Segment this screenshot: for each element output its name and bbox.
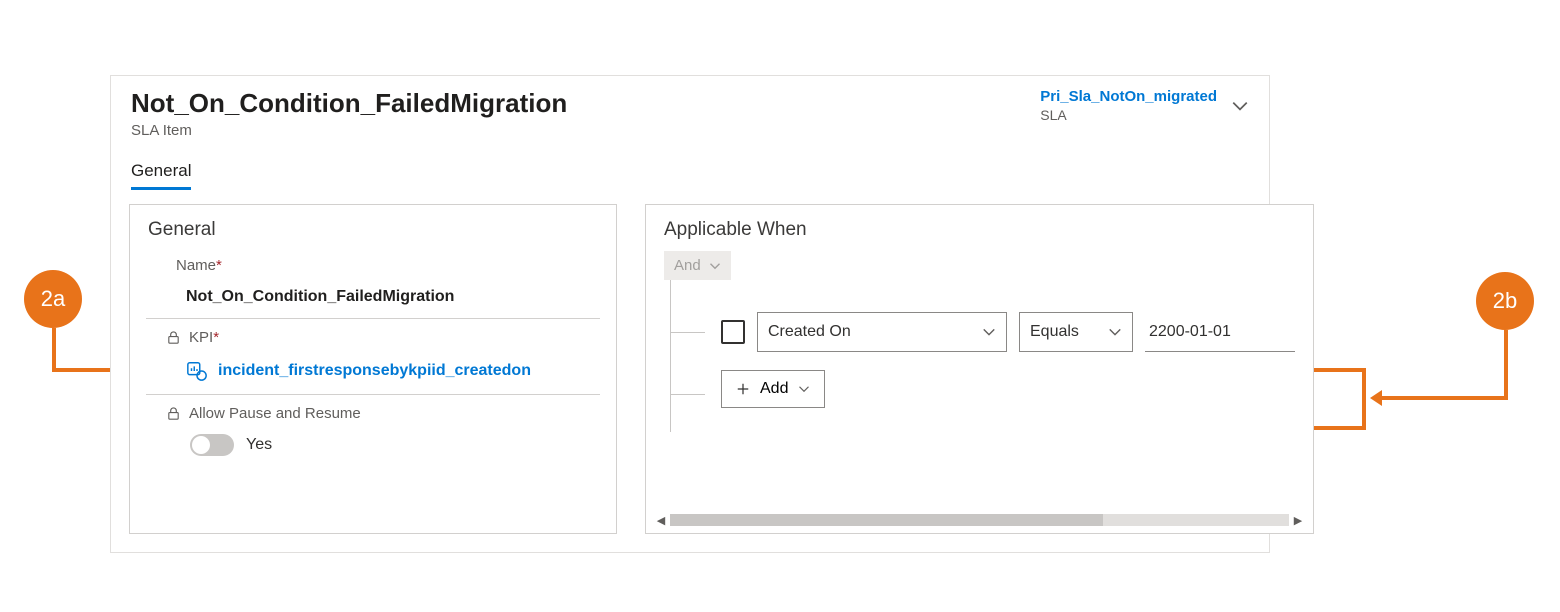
condition-operator-select[interactable]: Equals [1019,312,1133,352]
add-row: Add [671,366,1295,422]
tab-general[interactable]: General [131,161,191,190]
add-condition-button[interactable]: Add [721,370,825,408]
condition-operator-value: Equals [1030,323,1079,341]
related-record-selector[interactable]: Pri_Sla_NotOn_migrated SLA [1040,88,1249,123]
callout-2b-arrow [1370,390,1382,406]
callout-2a-line-v [52,328,56,372]
name-label: Name* [148,251,598,278]
lock-icon [166,406,181,421]
scroll-left-icon[interactable]: ◀ [654,513,668,527]
group-operator-label: And [674,257,701,274]
form-container: Not_On_Condition_FailedMigration SLA Ite… [110,75,1270,553]
chevron-down-icon [709,260,721,272]
group-operator-select[interactable]: And [664,251,731,280]
callout-2b-line-h [1380,396,1508,400]
tab-bar: General [111,139,1269,190]
allow-pause-value: Yes [246,436,272,454]
applicable-when-panel: Applicable When And Created On [645,204,1314,534]
callout-2b: 2b [1476,272,1534,330]
horizontal-scrollbar[interactable]: ◀ ▶ [654,513,1305,527]
condition-tree: Created On Equals [670,280,1295,432]
add-label: Add [760,380,788,398]
kpi-label: KPI* [189,329,219,346]
kpi-icon [186,360,208,382]
name-input[interactable]: Not_On_Condition_FailedMigration [148,278,598,318]
chevron-down-icon [1108,325,1122,339]
condition-field-select[interactable]: Created On [757,312,1007,352]
related-record-label: SLA [1040,107,1217,123]
scroll-right-icon[interactable]: ▶ [1291,513,1305,527]
chevron-down-icon [798,383,810,395]
general-panel-title: General [130,205,616,251]
entity-label: SLA Item [131,122,567,139]
panels-row: General Name* Not_On_Condition_FailedMig… [111,190,1269,552]
callout-2a: 2a [24,270,82,328]
condition-value-input[interactable] [1145,312,1295,352]
kpi-value: incident_firstresponsebykpiid_createdon [218,362,531,380]
page-title: Not_On_Condition_FailedMigration [131,88,567,119]
lock-icon [166,330,181,345]
kpi-lookup[interactable]: incident_firstresponsebykpiid_createdon [148,350,598,394]
chevron-down-icon [982,325,996,339]
chevron-down-icon [1231,97,1249,115]
allow-pause-label: Allow Pause and Resume [189,405,361,422]
callout-2b-line-v [1504,330,1508,400]
general-panel: General Name* Not_On_Condition_FailedMig… [129,204,617,534]
applicable-when-title: Applicable When [646,205,1313,251]
condition-field-value: Created On [768,323,851,341]
related-record-value: Pri_Sla_NotOn_migrated [1040,88,1217,105]
allow-pause-toggle[interactable] [190,434,234,456]
form-header: Not_On_Condition_FailedMigration SLA Ite… [111,76,1269,139]
condition-row: Created On Equals [671,298,1295,366]
condition-checkbox[interactable] [721,320,745,344]
plus-icon [736,382,750,396]
